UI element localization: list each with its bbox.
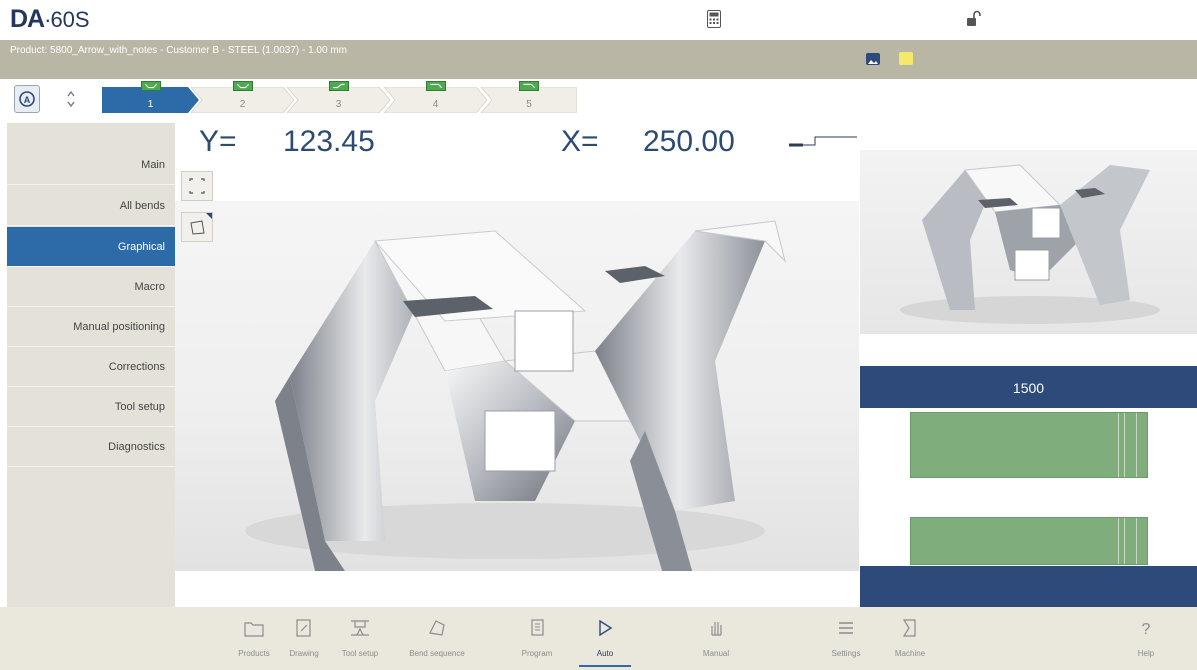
bend-tab[interactable]: 5	[481, 81, 577, 113]
view-rotate-button[interactable]	[181, 212, 213, 242]
calculator-icon[interactable]	[707, 10, 721, 28]
menu-item-macro[interactable]: Macro	[7, 267, 175, 307]
lower-tool-block[interactable]	[910, 517, 1148, 565]
bend-sequence-icon	[429, 620, 445, 636]
bend-profile-icon	[328, 81, 349, 91]
menu-item-tool-setup[interactable]: Tool setup	[7, 387, 175, 427]
picture-icon[interactable]	[866, 53, 880, 65]
bend-tab[interactable]: 2	[191, 81, 294, 113]
nav-bend-sequence[interactable]: Bend sequence	[407, 607, 467, 670]
nav-tool-setup[interactable]: Tool setup	[330, 607, 390, 670]
bend-profile-icon	[140, 81, 161, 91]
nav-program[interactable]: Program	[507, 607, 567, 670]
program-icon	[531, 619, 544, 636]
part-preview	[860, 150, 1197, 334]
x-position-value: 250.00	[643, 125, 735, 158]
product-bar: Product: 5800_Arrow_with_notes - Custome…	[0, 40, 1197, 79]
zoom-fit-button[interactable]	[181, 171, 213, 201]
preview-part-image	[900, 164, 1160, 324]
menu-item-corrections[interactable]: Corrections	[7, 347, 175, 387]
svg-text:A: A	[24, 95, 31, 105]
auto-sequence-button[interactable]: A	[14, 85, 40, 113]
help-icon: ?	[1142, 621, 1151, 638]
logo-model: 60S	[50, 7, 90, 32]
bent-part-image	[245, 220, 786, 581]
list-icon	[839, 622, 853, 634]
note-icon[interactable]	[899, 52, 913, 65]
menu-item-manual-positioning[interactable]: Manual positioning	[7, 307, 175, 347]
bend-profile-icon	[425, 81, 446, 91]
machine-length-label: 1500	[1012, 380, 1045, 396]
y-position-value: 123.45	[283, 125, 375, 158]
folder-icon	[244, 622, 264, 637]
machine-top-beam: 1500	[860, 366, 1197, 408]
left-menu: Main All bends Graphical Macro Manual po…	[7, 123, 175, 607]
unlocked-padlock-icon[interactable]	[966, 10, 982, 28]
machine-bottom-beam	[860, 566, 1197, 607]
nav-help[interactable]: ? Help	[1116, 607, 1176, 670]
active-tab-indicator	[579, 665, 631, 667]
tool-setup-icon	[351, 620, 369, 636]
upper-tool-block[interactable]	[910, 412, 1148, 478]
machine-view: 1500	[860, 366, 1197, 607]
pencil-icon	[296, 619, 311, 637]
bend-profile-icon	[232, 81, 253, 91]
y-position-label: Y=	[199, 125, 237, 158]
bend-profile-icon	[519, 81, 539, 91]
bend-tab[interactable]: 1	[102, 81, 199, 113]
right-panel: 1500	[860, 119, 1197, 607]
nav-auto[interactable]: Auto	[575, 607, 635, 670]
product-info: Product: 5800_Arrow_with_notes - Custome…	[10, 45, 347, 56]
bend-tab[interactable]: 4	[384, 81, 487, 113]
menu-item-diagnostics[interactable]: Diagnostics	[7, 427, 175, 467]
backgauge-profile-icon	[789, 136, 857, 147]
menu-item-graphical[interactable]: Graphical	[7, 227, 175, 267]
nav-settings[interactable]: Settings	[816, 607, 876, 670]
nav-machine[interactable]: Machine	[880, 607, 940, 670]
graphical-view: Y= 123.45 X= 250.00	[175, 119, 859, 607]
nav-manual[interactable]: Manual	[686, 607, 746, 670]
menu-item-all-bends[interactable]: All bends	[7, 186, 175, 226]
machine-icon	[902, 619, 916, 637]
part-3d-render[interactable]	[175, 201, 859, 581]
top-bar: DA·60S	[0, 0, 1197, 40]
menu-item-main[interactable]: Main	[7, 145, 175, 185]
step-updown-button[interactable]	[58, 85, 84, 113]
bend-tab[interactable]: 3	[287, 81, 390, 113]
bend-sequence-bar: A 1 2 3 4 5	[0, 79, 1197, 119]
hand-icon	[711, 622, 722, 636]
x-position-label: X=	[561, 125, 599, 158]
play-icon	[599, 619, 613, 637]
svg-text:?: ?	[1142, 621, 1151, 638]
nav-drawing[interactable]: Drawing	[274, 607, 334, 670]
logo-main: DA	[10, 5, 45, 33]
bottom-navigation: Products Drawing Tool setup Bend sequenc…	[0, 607, 1197, 670]
brand-logo: DA·60S	[10, 5, 90, 34]
